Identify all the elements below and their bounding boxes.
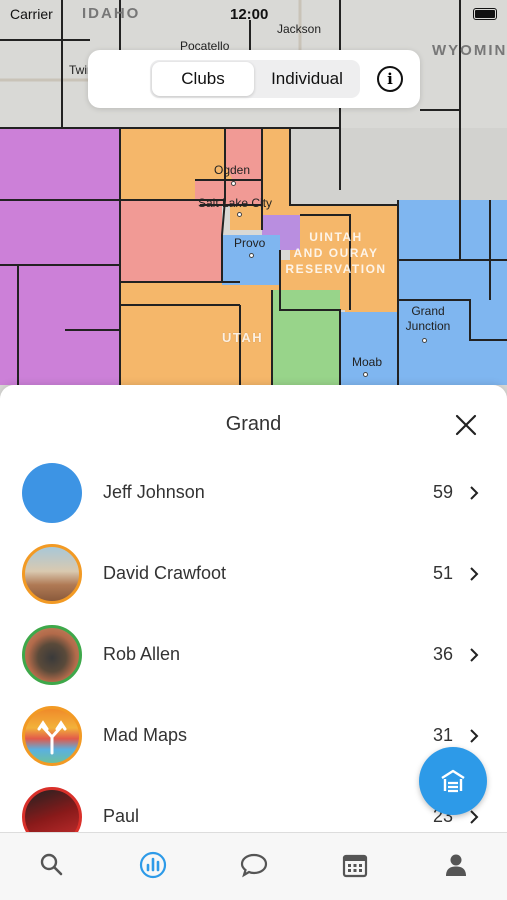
member-name: Paul bbox=[103, 806, 140, 826]
city-label-salt-lake-city: Salt Lake City bbox=[198, 196, 273, 210]
member-name: Mad Maps bbox=[103, 725, 188, 745]
chevron-right-icon bbox=[470, 567, 479, 581]
avatar bbox=[22, 463, 82, 523]
profile-icon[interactable] bbox=[442, 851, 470, 879]
city-dot bbox=[249, 253, 254, 258]
city-dot bbox=[231, 181, 236, 186]
member-name: Jeff Johnson bbox=[103, 482, 205, 502]
garage-button[interactable] bbox=[419, 747, 487, 815]
member-score: 31 bbox=[432, 725, 453, 745]
chevron-right-icon bbox=[470, 810, 479, 824]
list-item[interactable]: Jeff Johnson 59 bbox=[0, 463, 507, 544]
tab-bar bbox=[0, 832, 507, 900]
info-icon[interactable]: i bbox=[377, 66, 403, 92]
state-label-utah: UTAH bbox=[222, 330, 264, 345]
leaderboard-icon[interactable] bbox=[139, 851, 167, 879]
segmented-control: Clubs Individual bbox=[150, 60, 360, 98]
status-bar: Carrier 12:00 bbox=[0, 4, 507, 24]
calendar-icon[interactable] bbox=[341, 851, 369, 879]
chat-icon[interactable] bbox=[240, 851, 268, 879]
close-icon[interactable] bbox=[454, 413, 478, 437]
garage-icon bbox=[441, 769, 465, 793]
reservation-label: UINTAH AND OURAY RESERVATION bbox=[285, 230, 387, 276]
state-label-wyoming: WYOMIN bbox=[432, 42, 507, 59]
battery-icon bbox=[473, 8, 497, 20]
segment-individual[interactable]: Individual bbox=[256, 62, 358, 96]
segment-clubs[interactable]: Clubs bbox=[152, 62, 254, 96]
city-dot bbox=[422, 338, 427, 343]
city-label-ogden: Ogden bbox=[214, 163, 251, 177]
list-item[interactable]: Rob Allen 36 bbox=[0, 625, 507, 706]
member-score: 51 bbox=[432, 563, 453, 583]
city-label-jackson: Jackson bbox=[277, 22, 322, 36]
avatar bbox=[22, 787, 82, 832]
avatar bbox=[22, 706, 82, 766]
member-name: David Crawfoot bbox=[103, 563, 227, 583]
city-label-provo: Provo bbox=[234, 236, 266, 250]
carrier-label: Carrier bbox=[10, 6, 53, 22]
avatar bbox=[22, 544, 82, 604]
clock: 12:00 bbox=[230, 6, 269, 23]
chevron-right-icon bbox=[470, 486, 479, 500]
city-label-grand-junction: Grand Junction bbox=[405, 304, 451, 333]
chevron-right-icon bbox=[470, 648, 479, 662]
sheet-title: Grand bbox=[225, 413, 282, 435]
list-item[interactable]: David Crawfoot 51 bbox=[0, 544, 507, 625]
avatar bbox=[22, 625, 82, 685]
city-dot bbox=[237, 212, 242, 217]
search-icon[interactable] bbox=[38, 851, 66, 879]
city-dot bbox=[363, 372, 368, 377]
member-score: 59 bbox=[432, 482, 453, 502]
member-name: Rob Allen bbox=[103, 644, 181, 664]
city-label-moab: Moab bbox=[352, 355, 383, 369]
view-mode-card: Clubs Individual i bbox=[88, 50, 420, 108]
member-score: 36 bbox=[432, 644, 453, 664]
fork-arrow-icon bbox=[37, 720, 67, 755]
chevron-right-icon bbox=[470, 729, 479, 743]
